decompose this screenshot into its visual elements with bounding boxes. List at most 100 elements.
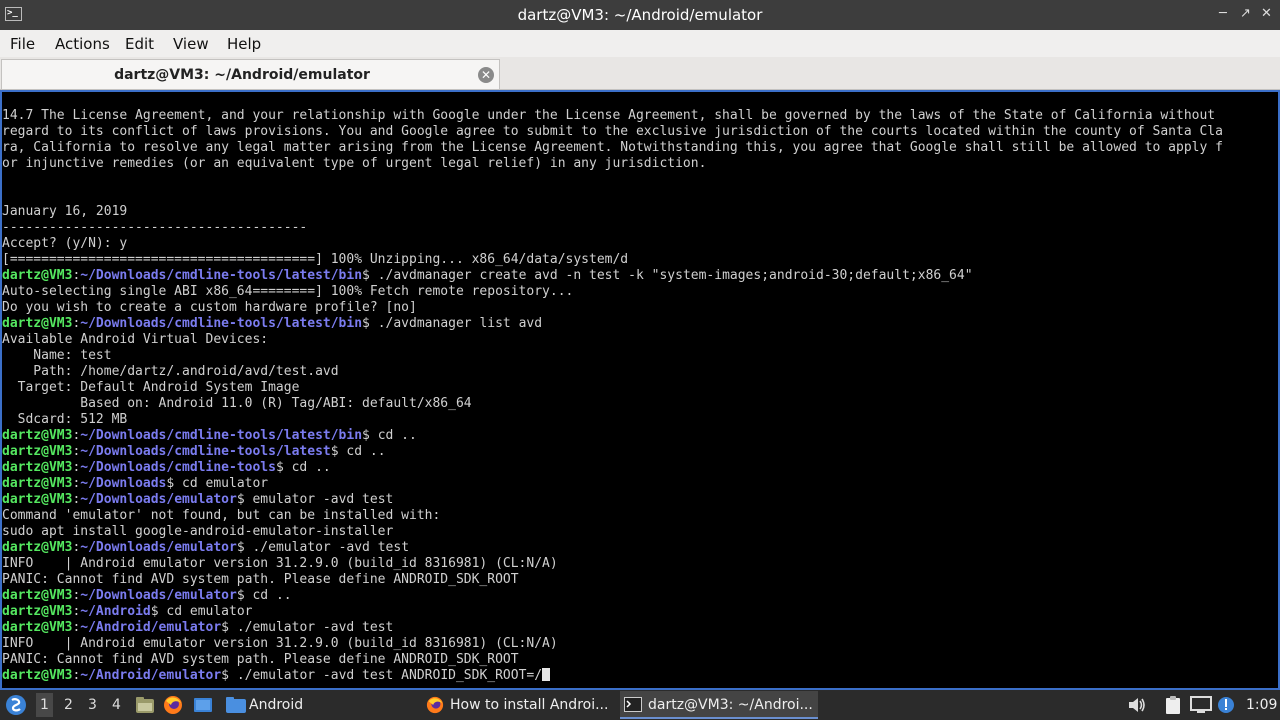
start-menu-icon[interactable]: [4, 693, 28, 717]
text-cursor: [542, 668, 551, 681]
prompt-symbol: $: [362, 316, 370, 331]
terminal-line: Path: /home/dartz/.android/avd/test.avd: [2, 364, 339, 379]
terminal-line: Auto-selecting single ABI x86_64========…: [2, 284, 574, 299]
terminal-line: Based on: Android 11.0 (R) Tag/ABI: defa…: [2, 396, 472, 411]
terminal-line: dartz@VM3:~/Downloads/emulator$ ./emulat…: [2, 540, 1223, 556]
prompt-user: dartz@VM3: [2, 540, 73, 555]
prompt-path: ~/Android/emulator: [80, 668, 222, 683]
prompt-path: ~/Downloads/cmdline-tools/latest/bin: [80, 268, 363, 283]
terminal-line: Command 'emulator' not found, but can be…: [2, 508, 441, 523]
clipboard-icon[interactable]: [1163, 695, 1183, 715]
terminal-tab[interactable]: dartz@VM3: ~/Android/emulator ✕: [1, 59, 500, 89]
terminal-line: sudo apt install google-android-emulator…: [2, 524, 394, 539]
prompt-symbol: $: [150, 604, 159, 619]
menu-edit[interactable]: Edit: [125, 35, 154, 53]
terminal-line: January 16, 2019: [2, 204, 128, 219]
prompt-path: ~/Downloads/emulator: [80, 588, 237, 603]
prompt-path: ~/Downloads/emulator: [80, 540, 237, 555]
prompt-symbol: $: [330, 444, 339, 459]
window-title: dartz@VM3: ~/Android/emulator: [517, 6, 763, 24]
terminal-line: [=======================================…: [2, 252, 629, 267]
terminal-line: dartz@VM3:~/Downloads/cmdline-tools/late…: [2, 428, 1223, 444]
prompt-symbol: $: [236, 540, 245, 555]
menu-bar: File Actions Edit View Help: [0, 30, 1280, 57]
prompt-user: dartz@VM3: [2, 316, 73, 331]
prompt-user: dartz@VM3: [2, 428, 73, 443]
volume-icon[interactable]: [1127, 695, 1147, 715]
menu-file[interactable]: File: [10, 35, 35, 53]
prompt-symbol: $: [221, 620, 229, 635]
task-firefox[interactable]: How to install Androi...: [422, 691, 618, 719]
prompt-user: dartz@VM3: [2, 668, 73, 683]
minimize-button[interactable]: ─: [1219, 6, 1227, 21]
menu-help[interactable]: Help: [227, 35, 261, 53]
task-android-folder[interactable]: Android: [222, 691, 394, 719]
terminal-line: Sdcard: 512 MB: [2, 412, 128, 427]
terminal-line: Accept? (y/N): y: [2, 236, 128, 251]
window-titlebar[interactable]: >_ dartz@VM3: ~/Android/emulator ─ ↗ ✕: [0, 0, 1280, 30]
terminal-line: Do you wish to create a custom hardware …: [2, 300, 417, 315]
prompt-symbol: $: [275, 460, 284, 475]
prompt-user: dartz@VM3: [2, 460, 73, 475]
prompt-path: ~/Downloads/cmdline-tools/latest/bin: [80, 316, 363, 331]
tab-label: dartz@VM3: ~/Android/emulator: [114, 67, 370, 83]
show-desktop-icon[interactable]: [193, 695, 213, 715]
prompt-path: ~/Downloads/cmdline-tools/latest/bin: [80, 428, 363, 443]
prompt-user: dartz@VM3: [2, 476, 73, 491]
maximize-button[interactable]: ↗: [1240, 6, 1251, 21]
task-terminal[interactable]: dartz@VM3: ~/Androi...: [620, 691, 818, 719]
terminal-line: dartz@VM3:~/Downloads/cmdline-tools/late…: [2, 444, 1223, 460]
terminal-line: dartz@VM3:~/Downloads/cmdline-tools/late…: [2, 316, 1223, 332]
command-text: cd ..: [338, 444, 386, 459]
prompt-symbol: $: [236, 588, 245, 603]
prompt-path: ~/Downloads/cmdline-tools/latest: [80, 444, 331, 459]
workspace-4[interactable]: 4: [112, 697, 121, 713]
prompt-path: ~/Android/emulator: [80, 620, 222, 635]
command-text: emulator -avd test: [244, 492, 394, 507]
firefox-icon: [426, 696, 444, 714]
terminal-output[interactable]: 14.7 The License Agreement, and your rel…: [0, 90, 1280, 690]
prompt-path: ~/Downloads: [80, 476, 167, 491]
terminal-lines: 14.7 The License Agreement, and your rel…: [2, 108, 1223, 684]
terminal-line: dartz@VM3:~/Downloads/cmdline-tools/late…: [2, 268, 1223, 284]
task-label: dartz@VM3: ~/Androi...: [648, 697, 813, 713]
tab-bar: dartz@VM3: ~/Android/emulator ✕: [0, 57, 1280, 90]
command-text: cd ..: [369, 428, 417, 443]
terminal-line: dartz@VM3:~/Downloads/emulator$ cd ..: [2, 588, 1223, 604]
prompt-symbol: $: [221, 668, 229, 683]
terminal-line: Name: test: [2, 348, 112, 363]
terminal-line: dartz@VM3:~/Downloads/cmdline-tools$ cd …: [2, 460, 1223, 476]
command-text: ./emulator -avd test: [244, 540, 410, 555]
display-icon[interactable]: [1190, 695, 1212, 715]
close-button[interactable]: ✕: [1261, 6, 1272, 21]
prompt-symbol: $: [362, 428, 370, 443]
command-text: cd ..: [283, 460, 331, 475]
close-circle-icon[interactable]: ✕: [478, 67, 494, 83]
clock: 1:09: [1246, 697, 1278, 713]
terminal-line: PANIC: Cannot find AVD system path. Plea…: [2, 652, 519, 667]
menu-view[interactable]: View: [173, 35, 209, 53]
terminal-line: 14.7 The License Agreement, and your rel…: [2, 108, 1216, 123]
terminal-line: dartz@VM3:~/Downloads/emulator$ emulator…: [2, 492, 1223, 508]
command-text: ./avdmanager create avd -n test -k "syst…: [369, 268, 973, 283]
prompt-path: ~/Downloads/cmdline-tools: [80, 460, 276, 475]
terminal-line: Available Android Virtual Devices:: [2, 332, 269, 347]
command-text: cd ..: [244, 588, 292, 603]
terminal-line: regard to its conflict of laws provision…: [2, 124, 1223, 139]
terminal-line: dartz@VM3:~/Android/emulator$ ./emulator…: [2, 668, 1223, 684]
terminal-line: INFO | Android emulator version 31.2.9.0…: [2, 636, 558, 651]
menu-actions[interactable]: Actions: [55, 35, 110, 53]
firefox-icon[interactable]: [163, 695, 183, 715]
update-notification-icon[interactable]: [1216, 695, 1236, 715]
file-manager-icon[interactable]: [135, 695, 155, 715]
prompt-symbol: $: [236, 492, 245, 507]
command-text: cd emulator: [174, 476, 269, 491]
command-text: cd emulator: [158, 604, 253, 619]
workspace-2[interactable]: 2: [64, 697, 73, 713]
workspace-3[interactable]: 3: [88, 697, 97, 713]
prompt-user: dartz@VM3: [2, 588, 73, 603]
prompt-user: dartz@VM3: [2, 620, 73, 635]
workspace-1[interactable]: 1: [36, 693, 53, 717]
